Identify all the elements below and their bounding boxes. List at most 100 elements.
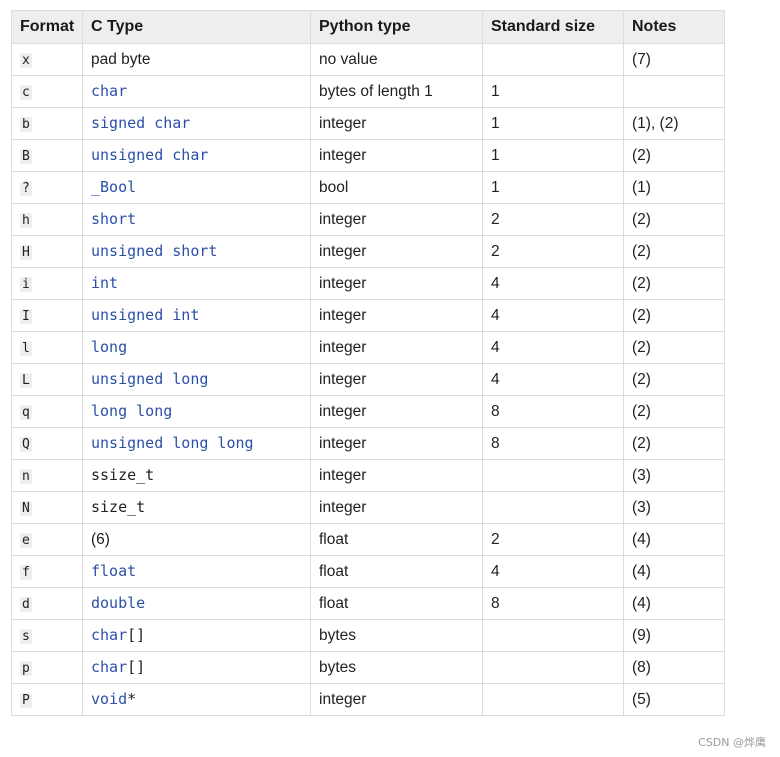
- c-type-link[interactable]: long long: [91, 402, 172, 420]
- python-type-cell: integer: [310, 491, 483, 524]
- format-cell: i: [11, 267, 83, 300]
- python-type-cell: integer: [310, 235, 483, 268]
- c-type-link[interactable]: unsigned long long: [91, 434, 254, 452]
- c-type-cell: pad byte: [82, 43, 311, 76]
- format-cell: f: [11, 555, 83, 588]
- notes-cell: (2): [623, 363, 725, 396]
- format-cell: c: [11, 75, 83, 108]
- c-type-name: long long: [91, 402, 173, 420]
- c-type-link[interactable]: float: [91, 562, 136, 580]
- c-type-name: short: [91, 210, 137, 228]
- format-cell: b: [11, 107, 83, 140]
- c-type-link[interactable]: char[]: [91, 658, 145, 676]
- c-type-link[interactable]: char: [91, 82, 127, 100]
- c-type-name: unsigned long long: [91, 434, 254, 452]
- c-type-name: long: [91, 338, 128, 356]
- c-type-name: unsigned long: [91, 370, 209, 388]
- standard-size-cell: 8: [482, 427, 624, 460]
- c-type-link[interactable]: int: [91, 274, 118, 292]
- format-code: Q: [20, 436, 32, 452]
- c-type-link[interactable]: unsigned long: [91, 370, 208, 388]
- format-code: P: [20, 692, 32, 708]
- format-cell: s: [11, 619, 83, 652]
- standard-size-cell: 2: [482, 235, 624, 268]
- c-type-suffix: *: [127, 690, 137, 708]
- standard-size-cell: [482, 491, 624, 524]
- standard-size-cell: 4: [482, 299, 624, 332]
- c-type-cell: char[]: [82, 619, 311, 652]
- standard-size-cell: 8: [482, 395, 624, 428]
- table-row: n ssize_t integer (3): [11, 459, 725, 492]
- notes-cell: (7): [623, 43, 725, 76]
- c-type-cell: void*: [82, 683, 311, 716]
- format-code: c: [20, 84, 32, 100]
- c-type-link[interactable]: unsigned short: [91, 242, 217, 260]
- table-row: b signed char integer 1 (1), (2): [11, 107, 725, 140]
- header-standard-size: Standard size: [482, 10, 624, 44]
- python-type-cell: integer: [310, 299, 483, 332]
- standard-size-cell: 1: [482, 171, 624, 204]
- python-type-cell: integer: [310, 267, 483, 300]
- format-code: x: [20, 52, 32, 68]
- c-type-cell: size_t: [82, 491, 311, 524]
- notes-cell: (8): [623, 651, 725, 684]
- notes-cell: (9): [623, 619, 725, 652]
- c-type-name: _Bool: [91, 178, 137, 196]
- c-type-link[interactable]: signed char: [91, 114, 190, 132]
- notes-cell: (1), (2): [623, 107, 725, 140]
- notes-cell: (2): [623, 235, 725, 268]
- header-c-type: C Type: [82, 10, 311, 44]
- format-cell: p: [11, 651, 83, 684]
- standard-size-cell: 2: [482, 203, 624, 236]
- c-type-link[interactable]: long: [91, 338, 127, 356]
- format-code: L: [20, 372, 32, 388]
- python-type-cell: bytes: [310, 651, 483, 684]
- c-type-cell: double: [82, 587, 311, 620]
- table-row: h short integer 2 (2): [11, 203, 725, 236]
- notes-cell: (2): [623, 299, 725, 332]
- standard-size-cell: [482, 651, 624, 684]
- notes-cell: (2): [623, 203, 725, 236]
- standard-size-cell: [482, 619, 624, 652]
- c-type-name: unsigned short: [91, 242, 218, 260]
- c-type-text: (6): [91, 530, 110, 548]
- c-type-link[interactable]: double: [91, 594, 145, 612]
- table-body: x pad byte no value (7) c char bytes of length…: [11, 43, 725, 716]
- notes-cell: (4): [623, 555, 725, 588]
- notes-cell: (5): [623, 683, 725, 716]
- standard-size-cell: [482, 43, 624, 76]
- python-type-cell: float: [310, 587, 483, 620]
- c-type-name: char: [91, 658, 128, 676]
- format-cell: H: [11, 235, 83, 268]
- notes-cell: (2): [623, 267, 725, 300]
- format-code: ?: [20, 180, 32, 196]
- format-code: f: [20, 564, 32, 580]
- format-cell: N: [11, 491, 83, 524]
- format-cell: I: [11, 299, 83, 332]
- c-type-cell: _Bool: [82, 171, 311, 204]
- format-code: e: [20, 532, 32, 548]
- standard-size-cell: 4: [482, 363, 624, 396]
- format-cell: l: [11, 331, 83, 364]
- c-type-name: unsigned int: [91, 306, 200, 324]
- c-type-link[interactable]: short: [91, 210, 136, 228]
- c-type-cell: int: [82, 267, 311, 300]
- standard-size-cell: 4: [482, 555, 624, 588]
- c-type-cell: signed char: [82, 107, 311, 140]
- c-type-link[interactable]: void*: [91, 690, 136, 708]
- python-type-cell: integer: [310, 107, 483, 140]
- c-type-link[interactable]: unsigned int: [91, 306, 199, 324]
- c-type-link[interactable]: char[]: [91, 626, 145, 644]
- c-type-link[interactable]: unsigned char: [91, 146, 208, 164]
- python-type-cell: float: [310, 555, 483, 588]
- table-row: f float float 4 (4): [11, 555, 725, 588]
- c-type-name: int: [91, 274, 119, 292]
- table-row: Lunsigned long integer 4 (2): [11, 363, 725, 396]
- standard-size-cell: 1: [482, 139, 624, 172]
- c-type-link[interactable]: _Bool: [91, 178, 136, 196]
- table-row: Nsize_t integer (3): [11, 491, 725, 524]
- format-cell: q: [11, 395, 83, 428]
- header-format: Format: [11, 10, 83, 44]
- format-code: B: [20, 148, 32, 164]
- table-row: x pad byte no value (7): [11, 43, 725, 76]
